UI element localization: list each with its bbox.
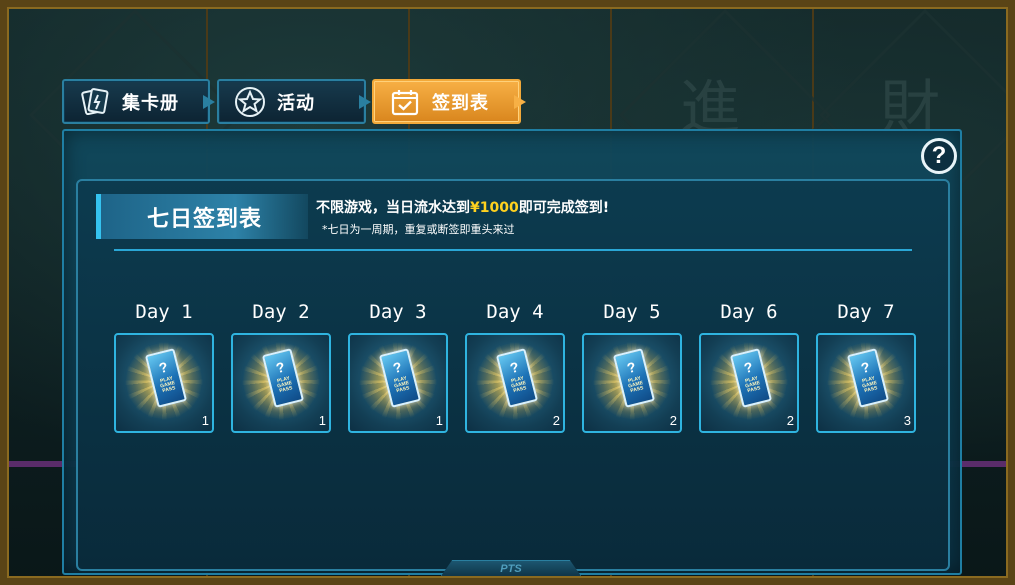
card-pack-text: PLAY GAME PASS [504, 375, 533, 396]
day-reward-slot[interactable]: ? PLAY GAME PASS 1 [231, 333, 331, 433]
day-label: Day 6 [720, 301, 778, 323]
day-label: Day 3 [369, 301, 427, 323]
day-cell: Day 4? PLAY GAME PASS 2 [465, 301, 565, 433]
help-button[interactable]: ? [921, 138, 957, 174]
day-cell: Day 2? PLAY GAME PASS 1 [231, 301, 331, 433]
rule-note: *七日为一周期，重复或断签即重头来过 [322, 223, 515, 236]
reward-count: 1 [201, 413, 209, 428]
sign-in-panel: ? 七日签到表 不限游戏，当日流水达到¥1000即可完成签到! *七日为一周期，… [62, 129, 962, 576]
reward-count: 2 [786, 413, 794, 428]
rule-suffix: 即可完成签到! [518, 200, 610, 216]
reward-count: 1 [318, 413, 326, 428]
day-reward-slot[interactable]: ? PLAY GAME PASS 2 [699, 333, 799, 433]
day-reward-slot[interactable]: ? PLAY GAME PASS 2 [582, 333, 682, 433]
card-pack-text: PLAY GAME PASS [738, 375, 767, 396]
card-pack-text: PLAY GAME PASS [855, 375, 884, 396]
card-pack-text: PLAY GAME PASS [270, 375, 299, 396]
day-label: Day 5 [603, 301, 661, 323]
rule-prefix: 不限游戏，当日流水达到 [316, 200, 470, 216]
tab-activity[interactable]: 活动 [217, 79, 371, 124]
tab-card-album[interactable]: 集卡册 [62, 79, 215, 124]
tab-label: 集卡册 [122, 92, 179, 114]
day-reward-slot[interactable]: ? PLAY GAME PASS 2 [465, 333, 565, 433]
card-pack-text: PLAY GAME PASS [621, 375, 650, 396]
sign-in-card: 七日签到表 不限游戏，当日流水达到¥1000即可完成签到! *七日为一周期，重复… [76, 179, 950, 571]
divider [114, 249, 912, 251]
day-cell: Day 3? PLAY GAME PASS 1 [348, 301, 448, 433]
sign-in-rule: 不限游戏，当日流水达到¥1000即可完成签到! [316, 197, 609, 217]
reward-count: 1 [435, 413, 443, 428]
tab-sign-in[interactable]: 签到表 [372, 79, 526, 124]
day-label: Day 7 [837, 301, 895, 323]
card-album-icon [78, 85, 112, 119]
day-cell: Day 1? PLAY GAME PASS 1 [114, 301, 214, 433]
day-reward-slot[interactable]: ? PLAY GAME PASS 1 [348, 333, 448, 433]
card-pack-text: PLAY GAME PASS [153, 375, 182, 396]
day-label: Day 4 [486, 301, 544, 323]
star-icon [233, 85, 267, 119]
day-cell: Day 5? PLAY GAME PASS 2 [582, 301, 682, 433]
top-ornament [395, 0, 625, 8]
day-label: Day 2 [252, 301, 310, 323]
pts-tab[interactable]: PTS [441, 560, 581, 576]
day-label: Day 1 [135, 301, 193, 323]
day-cell: Day 6? PLAY GAME PASS 2 [699, 301, 799, 433]
tab-label: 签到表 [432, 92, 489, 114]
tab-label: 活动 [277, 92, 315, 114]
reward-count: 2 [669, 413, 677, 428]
panel-title: 七日签到表 [96, 194, 308, 239]
reward-count: 2 [552, 413, 560, 428]
day-cell: Day 7? PLAY GAME PASS 3 [816, 301, 916, 433]
card-pack-text: PLAY GAME PASS [387, 375, 416, 396]
day-reward-slot[interactable]: ? PLAY GAME PASS 1 [114, 333, 214, 433]
day-reward-slot[interactable]: ? PLAY GAME PASS 3 [816, 333, 916, 433]
rule-amount: ¥1000 [470, 200, 519, 216]
reward-count: 3 [903, 413, 911, 428]
calendar-check-icon [388, 85, 422, 119]
